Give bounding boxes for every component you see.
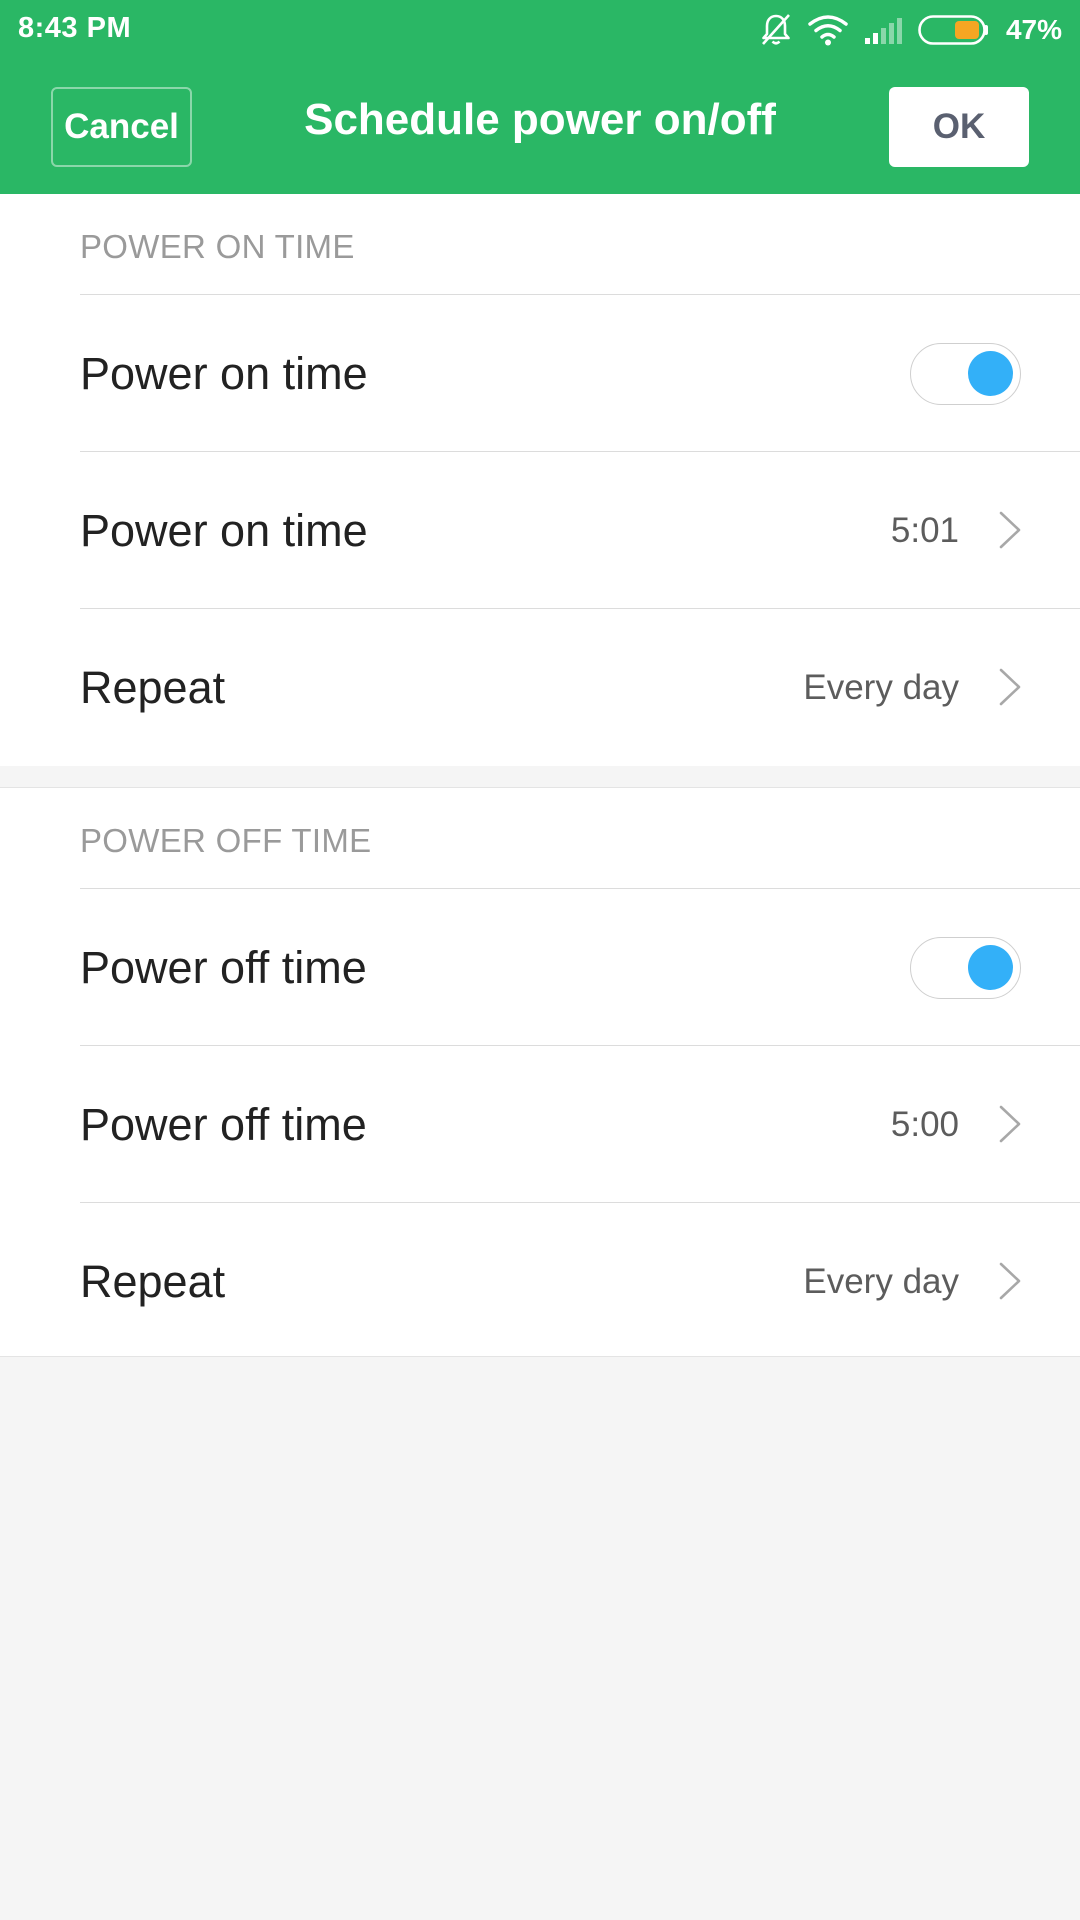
notifications-off-icon — [760, 13, 792, 47]
power-off-section-title: POWER OFF TIME — [80, 822, 372, 859]
battery-percent: 47% — [1005, 14, 1062, 45]
power-off-repeat-label: Repeat — [80, 1256, 226, 1307]
chevron-right-icon — [999, 511, 1021, 549]
status-time: 8:43 PM — [18, 12, 132, 44]
power-on-repeat-value: Every day — [803, 668, 959, 707]
ok-button[interactable]: OK — [889, 87, 1029, 167]
chevron-right-icon — [999, 668, 1021, 706]
power-on-time-value: 5:01 — [890, 511, 959, 550]
power-off-section: POWER OFF TIME Power off time Power off … — [0, 787, 1080, 1357]
status-icons: 47% — [760, 10, 1062, 50]
power-off-repeat-value: Every day — [803, 1262, 959, 1301]
power-off-repeat-row[interactable]: Repeat Every day — [80, 1203, 1080, 1360]
power-off-toggle[interactable] — [910, 937, 1021, 999]
power-off-toggle-row[interactable]: Power off time — [80, 889, 1080, 1046]
power-on-toggle-row[interactable]: Power on time — [80, 295, 1080, 452]
power-off-toggle-label: Power off time — [80, 942, 367, 993]
power-on-toggle[interactable] — [910, 343, 1021, 405]
power-off-time-label: Power off time — [80, 1099, 367, 1150]
power-off-time-row[interactable]: Power off time 5:00 — [80, 1046, 1080, 1203]
power-off-time-value: 5:00 — [890, 1105, 959, 1144]
power-on-time-row[interactable]: Power on time 5:01 — [80, 452, 1080, 609]
power-on-time-label: Power on time — [80, 505, 368, 556]
signal-icon — [864, 16, 902, 44]
power-on-repeat-label: Repeat — [80, 662, 226, 713]
power-on-repeat-row[interactable]: Repeat Every day — [80, 609, 1080, 766]
toggle-knob — [968, 351, 1013, 396]
wifi-icon — [808, 14, 848, 46]
page-title: Schedule power on/off — [304, 95, 776, 144]
power-on-section-header: POWER ON TIME — [80, 194, 1080, 295]
chevron-right-icon — [999, 1262, 1021, 1300]
power-off-section-header: POWER OFF TIME — [80, 788, 1080, 889]
battery-icon — [918, 15, 990, 45]
top-bar: 8:43 PM 47% Cancel Schedule power on/off… — [0, 0, 1080, 194]
cancel-button[interactable]: Cancel — [51, 87, 192, 167]
status-bar: 8:43 PM 47% — [0, 0, 1080, 60]
chevron-right-icon — [999, 1105, 1021, 1143]
toggle-knob — [968, 945, 1013, 990]
power-on-toggle-label: Power on time — [80, 348, 368, 399]
power-on-section: POWER ON TIME Power on time Power on tim… — [0, 194, 1080, 766]
power-on-section-title: POWER ON TIME — [80, 228, 355, 265]
